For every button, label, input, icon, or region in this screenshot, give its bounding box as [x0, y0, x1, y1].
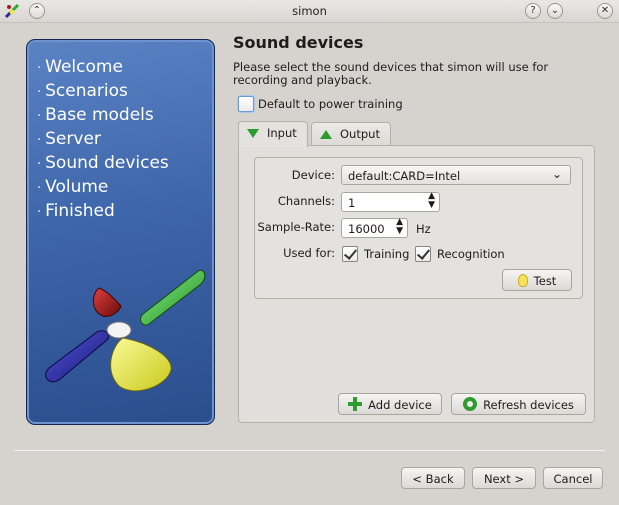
tab-output[interactable]: Output	[311, 122, 391, 146]
lightbulb-icon	[517, 273, 528, 287]
step-scenarios: · Scenarios	[37, 81, 128, 101]
samplerate-unit: Hz	[416, 222, 431, 236]
power-training-label: Default to power training	[258, 97, 403, 111]
wizard-step-list: · Welcome · Scenarios · Base models · Server…	[37, 56, 169, 224]
footer-separator	[14, 450, 605, 451]
refresh-devices-button[interactable]: Refresh devices	[451, 393, 586, 415]
power-training-checkbox[interactable]	[238, 96, 254, 112]
back-button[interactable]: < Back	[401, 467, 465, 489]
power-training-option[interactable]: Default to power training	[238, 96, 403, 112]
step-sound-devices: · Sound devices	[37, 153, 169, 173]
training-checkbox[interactable]	[342, 246, 358, 262]
device-label: Device:	[291, 168, 335, 182]
spin-arrows-icon[interactable]: ▲ ▼	[428, 192, 435, 210]
next-button[interactable]: Next >	[472, 467, 536, 489]
device-select[interactable]: default:CARD=Intel ⌄	[341, 165, 571, 185]
test-button[interactable]: Test	[502, 269, 572, 291]
step-volume: · Volume	[37, 177, 109, 197]
help-button[interactable]: ?	[525, 3, 541, 19]
training-label: Training	[364, 247, 410, 261]
add-icon	[348, 397, 363, 411]
step-base-models: · Base models	[37, 105, 154, 125]
spin-arrows-icon[interactable]: ▲ ▼	[396, 218, 403, 236]
channels-label: Channels:	[277, 194, 335, 208]
usedfor-label: Used for:	[283, 246, 335, 260]
tab-input[interactable]: Input	[238, 121, 308, 147]
title-bar: ⌃ simon ? ⌄ ✕	[0, 0, 619, 23]
recognition-label: Recognition	[437, 247, 505, 261]
recognition-checkbox[interactable]	[415, 246, 431, 262]
output-arrow-icon	[320, 130, 332, 139]
refresh-icon	[463, 397, 478, 411]
chevron-down-icon: ⌄	[551, 167, 562, 181]
samplerate-label: Sample-Rate:	[257, 220, 335, 234]
wizard-sidebar: · Welcome · Scenarios · Base models · Server…	[26, 39, 215, 425]
channels-spinbox[interactable]: 1 ▲ ▼	[341, 192, 440, 212]
add-device-button[interactable]: Add device	[338, 393, 442, 415]
step-welcome: · Welcome	[37, 57, 123, 77]
close-button[interactable]: ✕	[597, 3, 613, 19]
input-arrow-icon	[247, 129, 259, 138]
step-finished: · Finished	[37, 201, 115, 221]
simon-logo-icon	[45, 269, 206, 392]
recognition-option[interactable]: Recognition	[415, 246, 505, 262]
step-server: · Server	[37, 129, 101, 149]
samplerate-spinbox[interactable]: 16000 ▲ ▼	[341, 218, 408, 238]
cancel-button[interactable]: Cancel	[543, 467, 603, 489]
page-title: Sound devices	[233, 33, 364, 52]
minimize-button[interactable]: ⌄	[547, 3, 563, 19]
page-description: Please select the sound devices that sim…	[233, 60, 549, 87]
training-option[interactable]: Training	[342, 246, 409, 262]
